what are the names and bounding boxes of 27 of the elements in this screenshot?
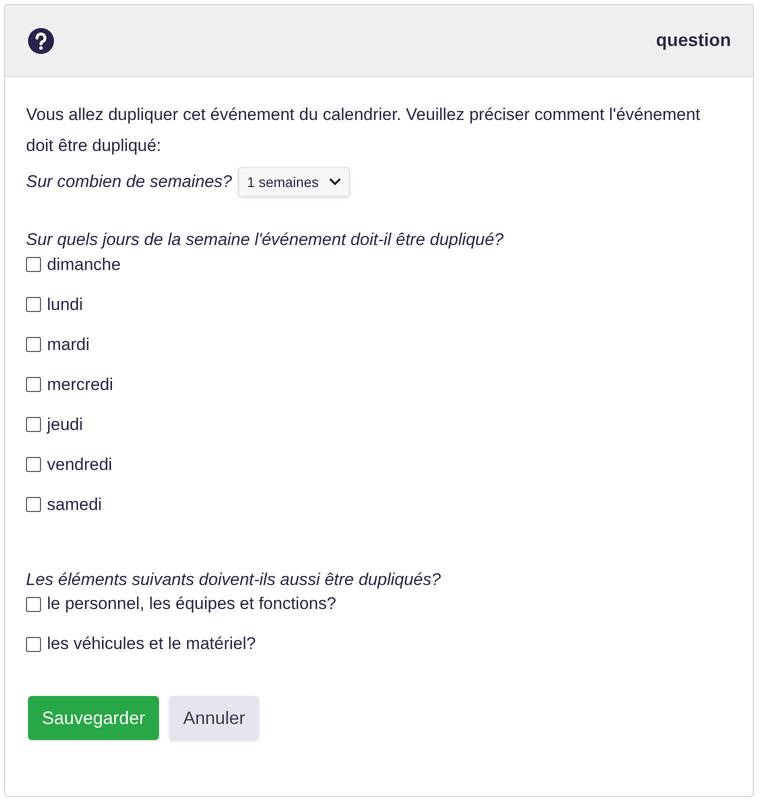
checkbox-label: mardi [47,334,90,356]
checkbox[interactable] [26,337,41,352]
intro-text: Vous allez dupliquer cet événement du calendrier. Veuillez préciser comment l'événement doit être dupliqué: [26,104,702,157]
caret-icon [328,178,341,186]
checkbox-label: jeudi [47,414,83,436]
question-label: Sur quels jours de la semaine l'événement doit-il être dupliqué? [26,229,505,251]
checkbox[interactable] [26,636,41,652]
checkbox-label: samedi [47,494,102,516]
checkbox-label: mercredi [47,374,114,396]
checkbox[interactable] [26,596,41,612]
checkbox-label: les véhicules et le matériel? [47,633,256,656]
question-label: Les éléments suivants doivent-ils aussi être dupliqués? [26,568,442,590]
dialog-title: question [656,29,731,52]
checkbox[interactable] [26,417,41,432]
help-icon [27,26,55,54]
checkbox-label: dimanche [47,254,121,276]
checkbox-label: vendredi [47,454,112,476]
checkbox[interactable] [26,297,41,312]
checkbox[interactable] [26,377,41,392]
checkbox[interactable] [26,257,41,272]
checkbox[interactable] [26,457,41,472]
weeks-dropdown[interactable]: 1 semaines [238,167,350,197]
weeks-label: Sur combien de semaines? [26,171,232,194]
checkbox-label: lundi [47,294,83,316]
checkbox[interactable] [26,497,41,512]
secondary-button[interactable]: Annuler [169,696,260,740]
checkbox-label: le personnel, les équipes et fonctions? [47,593,336,616]
